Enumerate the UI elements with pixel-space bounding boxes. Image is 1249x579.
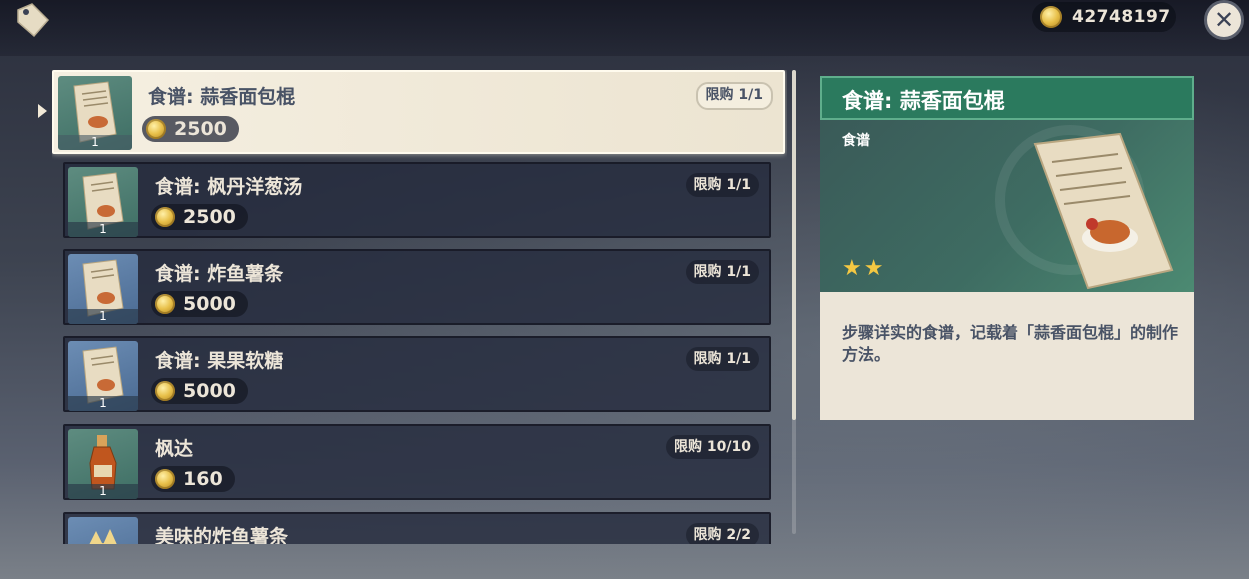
recipe-icon: 1 [68,341,138,411]
close-button[interactable]: ✕ [1204,0,1244,40]
price-value: 5000 [183,293,236,315]
price-value: 2500 [183,206,236,228]
detail-title: 食谱: 蒜香面包棍 [842,89,1005,113]
shop-item-onion-soup[interactable]: 1 食谱: 枫丹洋葱汤 2500 限购 1/1 [63,162,771,238]
shop-item-list[interactable]: 1 食谱: 蒜香面包棍 2500 限购 1/1 1 食谱: 枫丹洋葱汤 2500… [52,70,787,544]
item-price: 160 [151,466,235,492]
item-price: 5000 [151,378,248,404]
list-scrollbar[interactable] [792,70,796,534]
item-quantity: 1 [68,396,138,411]
item-name: 枫达 [155,438,194,460]
item-price: 2500 [151,204,248,230]
purchase-limit-badge: 限购 2/2 [685,523,759,544]
recipe-icon: 1 [68,167,138,237]
item-quantity: 1 [68,484,138,499]
price-value: 5000 [183,380,236,402]
item-name: 食谱: 蒜香面包棍 [148,86,296,108]
item-detail-panel: 食谱: 蒜香面包棍 食谱 ★★ 步骤详实的食谱，记载着「蒜香面包棍」的制作方法。 [820,76,1194,420]
purchase-limit-badge: 限购 1/1 [685,260,759,284]
top-bar: 42748197 ✕ [0,0,1249,56]
item-quantity: 1 [68,309,138,324]
item-name: 美味的炸鱼薯条 [155,526,289,544]
mora-coin-icon [155,207,175,227]
item-name: 食谱: 枫丹洋葱汤 [155,176,303,198]
detail-header: 食谱: 蒜香面包棍 [820,76,1194,120]
mora-coin-icon [146,119,166,139]
item-price: 2500 [142,116,239,142]
rarity-stars: ★★ [842,256,886,281]
price-value: 160 [183,468,223,490]
shop-item-garlic-baguette[interactable]: 1 食谱: 蒜香面包棍 2500 限购 1/1 [52,70,785,154]
item-name: 食谱: 果果软糖 [155,350,284,372]
purchase-limit-badge: 限购 1/1 [695,82,773,110]
currency-value: 42748197 [1072,7,1171,27]
mora-coin-icon [1040,6,1062,28]
item-price: 5000 [151,291,248,317]
mora-coin-icon [155,381,175,401]
item-quantity: 1 [58,135,132,150]
shop-item-fonta[interactable]: 1 枫达 160 限购 10/10 [63,424,771,500]
price-value: 2500 [174,118,227,140]
item-quantity: 1 [68,222,138,237]
mora-coin-icon [155,469,175,489]
purchase-limit-badge: 限购 10/10 [666,435,759,459]
dish-icon [68,517,138,544]
scrollbar-thumb[interactable] [792,70,796,420]
shop-item-gummy-recipe[interactable]: 1 食谱: 果果软糖 5000 限购 1/1 [63,336,771,412]
shop-item-delicious-fish-and-chips[interactable]: 美味的炸鱼薯条 限购 2/2 [63,512,771,544]
tag-icon [17,3,50,38]
bottle-icon: 1 [68,429,138,499]
detail-description: 步骤详实的食谱，记载着「蒜香面包棍」的制作方法。 [842,323,1179,364]
close-icon: ✕ [1213,6,1235,34]
mora-coin-icon [155,294,175,314]
detail-art: 食谱 ★★ [820,120,1194,292]
currency-display: 42748197 [1032,2,1176,32]
shop-item-fish-and-chips-recipe[interactable]: 1 食谱: 炸鱼薯条 5000 限购 1/1 [63,249,771,325]
recipe-icon: 1 [68,254,138,324]
purchase-limit-badge: 限购 1/1 [685,347,759,371]
item-name: 食谱: 炸鱼薯条 [155,263,284,285]
detail-body: 步骤详实的食谱，记载着「蒜香面包棍」的制作方法。 [820,292,1194,420]
purchase-limit-badge: 限购 1/1 [685,173,759,197]
recipe-icon: 1 [58,76,132,150]
selection-arrow-icon [38,104,47,118]
